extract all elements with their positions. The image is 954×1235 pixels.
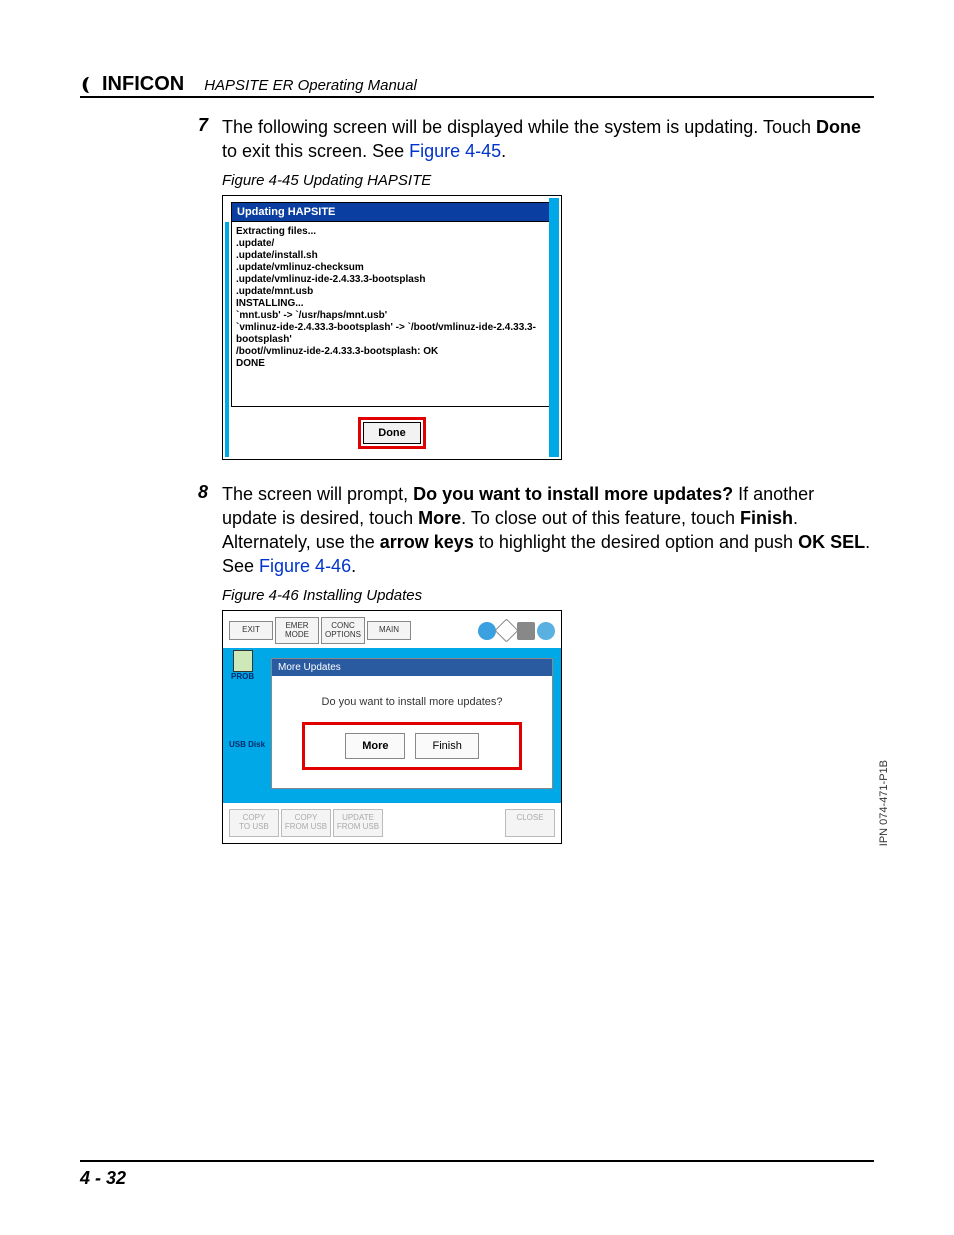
main-panel: PROB USB Disk More Updates Do you want t… <box>223 648 561 803</box>
more-button[interactable]: More <box>345 733 405 759</box>
dialog-title: Updating HAPSITE <box>231 202 553 222</box>
inficon-icon <box>80 76 98 94</box>
step-text: The screen will prompt, Do you want to i… <box>222 482 874 579</box>
prob-label: PROB <box>231 672 254 681</box>
manual-title: HAPSITE ER Operating Manual <box>204 77 417 96</box>
highlight-frame: More Finish <box>302 722 522 770</box>
figure-link-4-45[interactable]: Figure 4-45 <box>409 141 501 161</box>
done-button[interactable]: Done <box>363 422 421 444</box>
figure-caption-4-45: Figure 4-45 Updating HAPSITE <box>222 172 874 189</box>
page-header: INFICON HAPSITE ER Operating Manual <box>80 56 874 98</box>
figure-caption-4-46: Figure 4-46 Installing Updates <box>222 587 874 604</box>
step-8: 8 The screen will prompt, Do you want to… <box>190 482 874 579</box>
step-text: The following screen will be displayed w… <box>222 115 874 164</box>
conc-options-button[interactable]: CONC OPTIONS <box>321 617 365 645</box>
brand-text: INFICON <box>102 73 184 96</box>
battery-icon <box>517 622 535 640</box>
finish-button[interactable]: Finish <box>415 733 478 759</box>
emer-mode-button[interactable]: EMER MODE <box>275 617 319 645</box>
top-toolbar: EXIT EMER MODE CONC OPTIONS MAIN <box>223 611 561 649</box>
figure-4-45: Updating HAPSITE Extracting files... .up… <box>222 195 562 460</box>
dialog-title: More Updates <box>272 659 552 676</box>
status-icons <box>478 622 555 640</box>
update-from-usb-button[interactable]: UPDATE FROM USB <box>333 809 383 837</box>
close-button[interactable]: CLOSE <box>505 809 555 837</box>
step-7: 7 The following screen will be displayed… <box>190 115 874 164</box>
step-number: 7 <box>190 115 208 136</box>
update-log: Extracting files... .update/ .update/ins… <box>231 222 553 407</box>
brand-logo: INFICON <box>80 73 184 96</box>
dialog-question: Do you want to install more updates? <box>272 676 552 722</box>
usb-disk-label: USB Disk <box>229 740 265 749</box>
copy-to-usb-button[interactable]: COPY TO USB <box>229 809 279 837</box>
highlight-frame: Done <box>358 417 426 449</box>
step-number: 8 <box>190 482 208 503</box>
bottom-toolbar: COPY TO USB COPY FROM USB UPDATE FROM US… <box>223 803 561 843</box>
more-updates-dialog: More Updates Do you want to install more… <box>271 658 553 789</box>
probe-icon <box>233 650 253 672</box>
status-icon <box>537 622 555 640</box>
page-number: 4 - 32 <box>80 1168 126 1188</box>
figure-link-4-46[interactable]: Figure 4-46 <box>259 556 351 576</box>
figure-4-46: EXIT EMER MODE CONC OPTIONS MAIN PROB US… <box>222 610 562 844</box>
help-icon[interactable] <box>478 622 496 640</box>
info-icon[interactable] <box>494 619 518 643</box>
page-footer: 4 - 32 <box>80 1160 874 1189</box>
copy-from-usb-button[interactable]: COPY FROM USB <box>281 809 331 837</box>
exit-button[interactable]: EXIT <box>229 621 273 640</box>
main-button[interactable]: MAIN <box>367 621 411 640</box>
ipn-label: IPN 074-471-P1B <box>878 760 890 846</box>
